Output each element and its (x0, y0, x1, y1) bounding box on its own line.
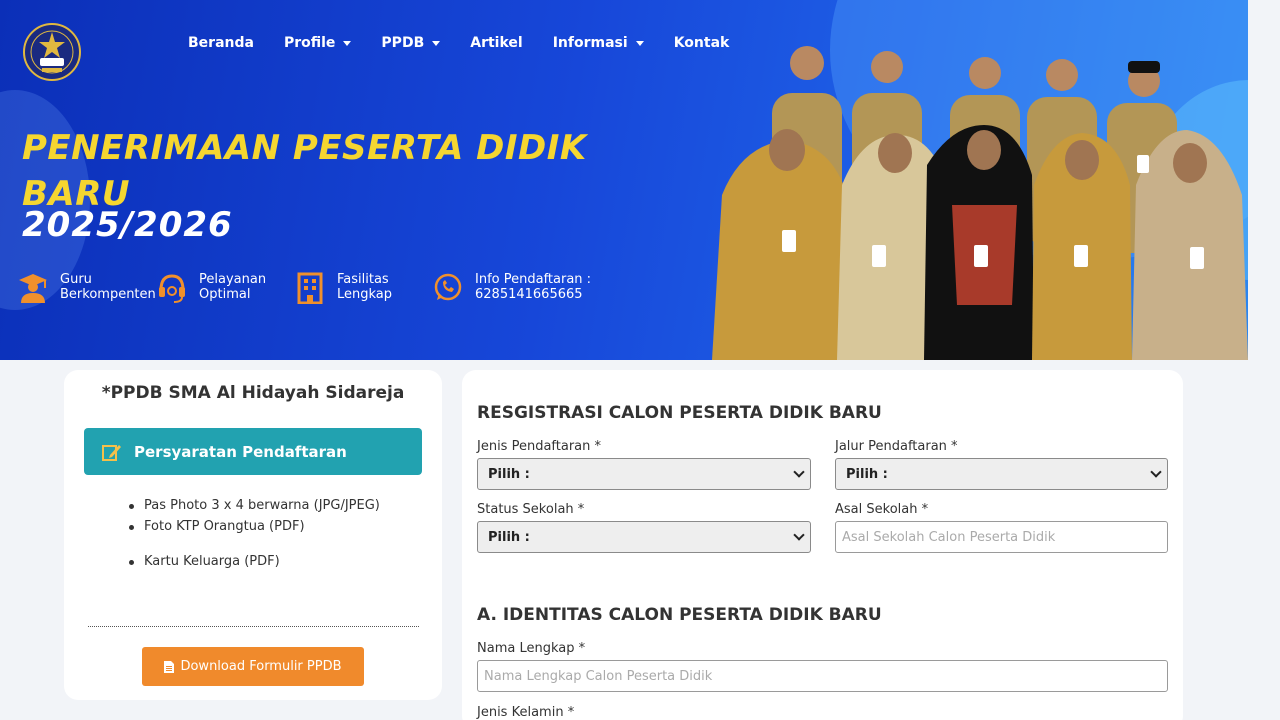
school-logo[interactable] (22, 22, 82, 82)
jenis-pendaftaran-label: Jenis Pendaftaran * (477, 439, 602, 454)
file-icon (164, 660, 175, 673)
whatsapp-icon (434, 273, 462, 301)
jenis-kelamin-label: Jenis Kelamin * (477, 705, 575, 720)
input-placeholder: Asal Sekolah Calon Peserta Didik (842, 529, 1056, 545)
feature-line: Pelayanan (199, 272, 267, 287)
headset-icon (159, 274, 185, 303)
nav-label: Beranda (188, 35, 254, 51)
requirements-list: Pas Photo 3 x 4 berwarna (JPG/JPEG) Foto… (129, 495, 380, 572)
nav-label: Informasi (552, 35, 628, 51)
nav-artikel[interactable]: Artikel (470, 33, 522, 53)
section-title-identitas: A. IDENTITAS CALON PESERTA DIDIK BARU (477, 605, 882, 625)
feature-line: Optimal (199, 287, 251, 302)
nav-label: PPDB (381, 35, 425, 51)
building-icon (297, 272, 323, 304)
nama-lengkap-label: Nama Lengkap * (477, 641, 586, 656)
teacher-icon (19, 274, 47, 303)
section-title-registrasi: RESGISTRASI CALON PESERTA DIDIK BARU (477, 403, 882, 423)
nama-lengkap-input[interactable]: Nama Lengkap Calon Peserta Didik (477, 660, 1168, 692)
hero-title: PENERIMAAN PESERTA DIDIK BARU (22, 128, 587, 214)
select-value: Pilih : (488, 466, 530, 482)
requirements-button[interactable]: Persyaratan Pendaftaran (84, 428, 422, 475)
caret-down-icon (635, 40, 644, 46)
feature-line: Fasilitas (337, 272, 389, 287)
feature-guru: Guru Berkompenten (18, 272, 156, 304)
asal-sekolah-label: Asal Sekolah * (835, 502, 929, 517)
feature-line: Info Pendaftaran : (475, 272, 592, 287)
jenis-pendaftaran-select[interactable]: Pilih : (477, 458, 811, 490)
feature-line: Guru (60, 272, 92, 287)
status-sekolah-label: Status Sekolah * (477, 502, 585, 517)
jalur-pendaftaran-select[interactable]: Pilih : (835, 458, 1168, 490)
download-form-button[interactable]: Download Formulir PPDB (142, 647, 364, 686)
caret-down-icon (432, 40, 441, 46)
select-value: Pilih : (488, 529, 530, 545)
main-nav: Beranda Profile PPDB Artikel Informasi K… (188, 33, 759, 53)
list-item: Pas Photo 3 x 4 berwarna (JPG/JPEG) (129, 495, 380, 516)
feature-line: Berkompenten (60, 287, 156, 302)
list-item: Foto KTP Orangtua (PDF) (129, 516, 380, 537)
jalur-pendaftaran-label: Jalur Pendaftaran * (835, 439, 958, 454)
nav-label: Artikel (470, 35, 523, 51)
feature-fasilitas: Fasilitas Lengkap (295, 272, 392, 304)
nav-profile[interactable]: Profile (283, 33, 352, 53)
edit-document-icon (102, 444, 121, 461)
hero-banner: Beranda Profile PPDB Artikel Informasi K… (0, 0, 1248, 360)
divider (88, 626, 419, 627)
nav-beranda[interactable]: Beranda (188, 33, 254, 53)
requirements-label: Persyaratan Pendaftaran (134, 442, 347, 461)
nav-label: Profile (283, 35, 336, 51)
card-title: *PPDB SMA Al Hidayah Sidareja (101, 383, 405, 403)
feature-pelayanan: Pelayanan Optimal (157, 272, 266, 304)
feature-line: Lengkap (337, 287, 393, 302)
status-sekolah-select[interactable]: Pilih : (477, 521, 811, 553)
download-label: Download Formulir PPDB (180, 659, 342, 674)
chevron-down-icon (1150, 466, 1162, 478)
feature-line: 6285141665665 (475, 287, 583, 302)
nav-informasi[interactable]: Informasi (553, 33, 644, 53)
list-item: Kartu Keluarga (PDF) (129, 551, 380, 572)
scrollbar[interactable] (1248, 0, 1280, 720)
caret-down-icon (343, 40, 352, 46)
nav-ppdb[interactable]: PPDB (381, 33, 441, 53)
select-value: Pilih : (846, 466, 888, 482)
registration-form: RESGISTRASI CALON PESERTA DIDIK BARU Jen… (462, 370, 1183, 720)
chevron-down-icon (793, 466, 805, 478)
asal-sekolah-input[interactable]: Asal Sekolah Calon Peserta Didik (835, 521, 1168, 553)
ppdb-info-card: *PPDB SMA Al Hidayah Sidareja Persyarata… (64, 370, 442, 700)
chevron-down-icon (793, 529, 805, 541)
staff-group-photo (712, 46, 1248, 360)
hero-year: 2025/2026 (22, 205, 233, 245)
input-placeholder: Nama Lengkap Calon Peserta Didik (484, 668, 713, 684)
feature-info: Info Pendaftaran :6285141665665 (433, 272, 591, 304)
